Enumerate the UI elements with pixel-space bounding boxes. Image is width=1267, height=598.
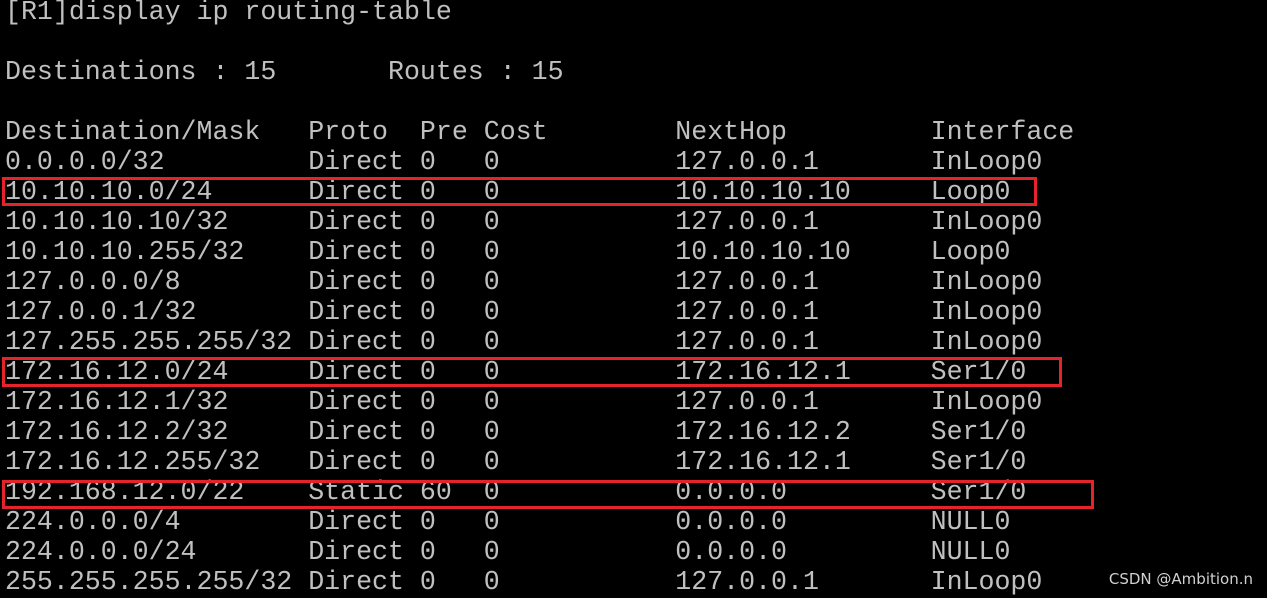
table-row: 172.16.12.255/32 Direct 0 0 172.16.12.1 … [5,447,1027,477]
table-row: 224.0.0.0/4 Direct 0 0 0.0.0.0 NULL0 [5,507,1011,537]
table-row: 255.255.255.255/32 Direct 0 0 127.0.0.1 … [5,567,1043,597]
routing-summary: Destinations : 15 Routes : 15 [5,57,564,87]
table-row: 172.16.12.2/32 Direct 0 0 172.16.12.2 Se… [5,417,1027,447]
highlight-box-static-route [2,480,1094,509]
highlight-box-loop0-route [2,177,1037,206]
table-row: 127.0.0.1/32 Direct 0 0 127.0.0.1 InLoop… [5,297,1043,327]
table-row: 172.16.12.1/32 Direct 0 0 127.0.0.1 InLo… [5,387,1043,417]
table-row: 127.0.0.0/8 Direct 0 0 127.0.0.1 InLoop0 [5,267,1043,297]
table-header: Destination/Mask Proto Pre Cost NextHop … [5,117,1075,147]
table-row: 127.255.255.255/32 Direct 0 0 127.0.0.1 … [5,327,1043,357]
table-row: 10.10.10.10/32 Direct 0 0 127.0.0.1 InLo… [5,207,1043,237]
terminal-window[interactable]: [R1]display ip routing-table Destination… [0,0,1267,598]
highlight-box-ser1-direct-route [2,357,1062,387]
command-line: [R1]display ip routing-table [5,0,452,27]
table-row: 10.10.10.255/32 Direct 0 0 10.10.10.10 L… [5,237,1011,267]
table-row: 0.0.0.0/32 Direct 0 0 127.0.0.1 InLoop0 [5,147,1043,177]
watermark: CSDN @Ambition.n [1108,570,1253,588]
table-row: 224.0.0.0/24 Direct 0 0 0.0.0.0 NULL0 [5,537,1011,567]
